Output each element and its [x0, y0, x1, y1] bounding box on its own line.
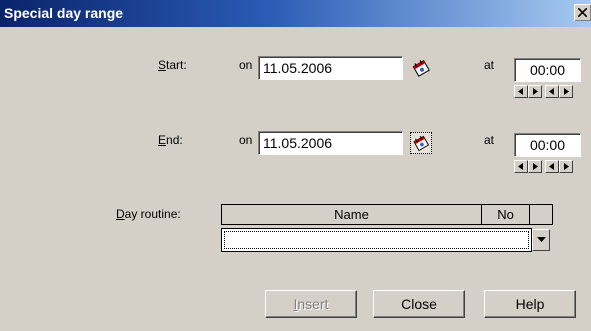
column-header-no[interactable]: No: [481, 204, 530, 225]
arrow-right-icon: [533, 163, 538, 170]
end-label: End:: [158, 133, 183, 147]
arrow-left-icon: [549, 163, 554, 170]
day-routine-dropdown-button[interactable]: [532, 229, 550, 251]
end-hour-decrement-button[interactable]: [514, 160, 528, 173]
arrow-right-icon: [564, 88, 569, 95]
start-hour-increment-button[interactable]: [528, 85, 542, 98]
end-date-input[interactable]: 11.05.2006: [258, 131, 403, 155]
arrow-right-icon: [533, 88, 538, 95]
end-at-label: at: [484, 133, 495, 147]
column-header-name[interactable]: Name: [221, 204, 482, 225]
start-label: Start:: [158, 58, 187, 72]
calendar-icon: [412, 59, 430, 77]
special-day-range-dialog: Special day range Start: on 11.05.2006 a…: [0, 0, 591, 331]
arrow-right-icon: [564, 163, 569, 170]
end-on-label: on: [239, 133, 253, 147]
day-routine-select[interactable]: [221, 228, 532, 252]
chevron-down-icon: [537, 237, 546, 242]
end-minute-decrement-button[interactable]: [545, 160, 559, 173]
end-calendar-button[interactable]: [410, 132, 432, 154]
help-button[interactable]: Help: [484, 290, 576, 318]
start-date-input[interactable]: 11.05.2006: [258, 56, 403, 80]
arrow-left-icon: [549, 88, 554, 95]
start-calendar-button[interactable]: [410, 57, 432, 79]
window-title: Special day range: [4, 5, 124, 21]
close-icon: [578, 8, 587, 17]
day-routine-label: Day routine:: [116, 207, 181, 221]
insert-button[interactable]: Insert: [265, 290, 357, 318]
start-time-input[interactable]: 00:00: [514, 58, 581, 82]
column-header-blank: [529, 204, 553, 225]
start-at-label: at: [484, 58, 495, 72]
calendar-icon: [413, 135, 430, 152]
end-time-input[interactable]: 00:00: [514, 133, 581, 157]
start-minute-increment-button[interactable]: [559, 85, 573, 98]
arrow-left-icon: [518, 88, 523, 95]
arrow-left-icon: [518, 163, 523, 170]
start-minute-decrement-button[interactable]: [545, 85, 559, 98]
start-hour-decrement-button[interactable]: [514, 85, 528, 98]
end-hour-increment-button[interactable]: [528, 160, 542, 173]
day-routine-select-focus: [224, 231, 529, 249]
end-minute-increment-button[interactable]: [559, 160, 573, 173]
title-bar[interactable]: Special day range: [0, 0, 591, 27]
close-button[interactable]: Close: [373, 290, 465, 318]
close-window-button[interactable]: [574, 4, 591, 21]
start-on-label: on: [239, 58, 253, 72]
